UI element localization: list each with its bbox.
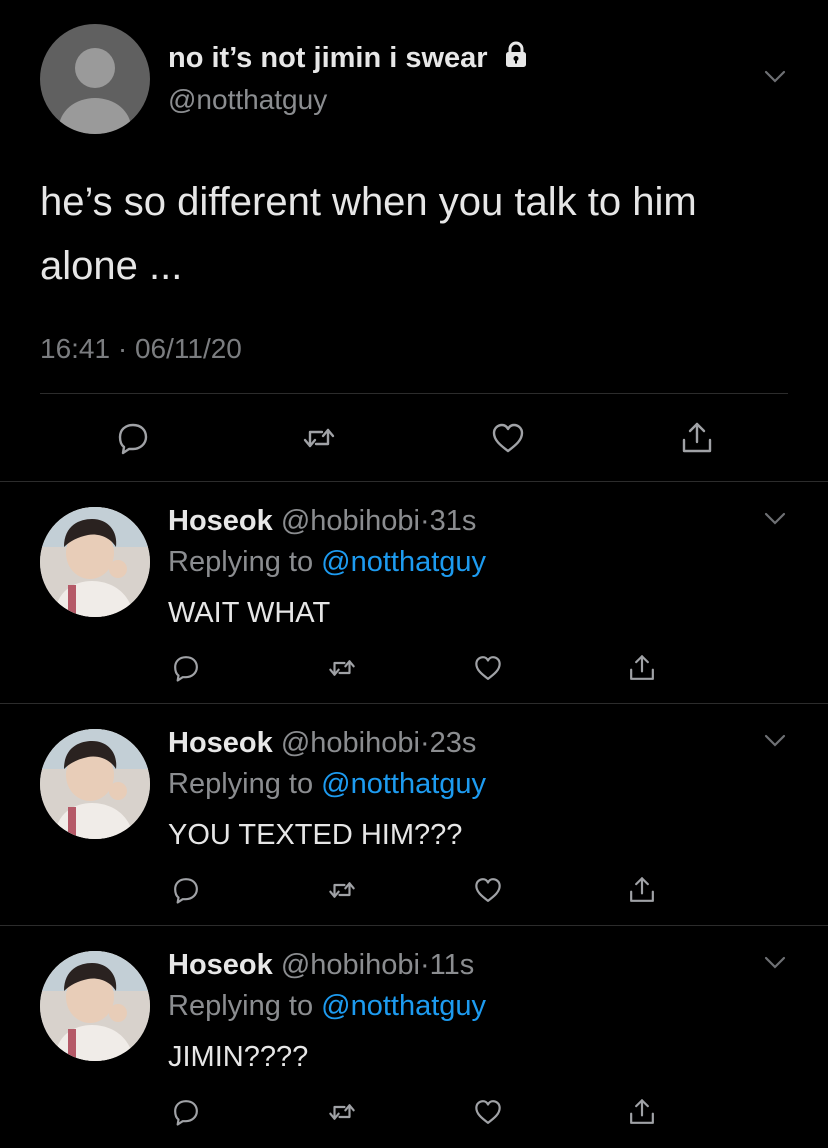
like-icon[interactable] — [468, 648, 508, 688]
retweet-icon[interactable] — [322, 1092, 362, 1132]
replying-to-prefix: Replying to — [168, 990, 314, 1022]
reply-author-name[interactable]: Hoseok — [168, 949, 273, 981]
replying-to-prefix: Replying to — [168, 546, 314, 578]
reply-icon[interactable] — [113, 418, 153, 458]
avatar-default[interactable] — [40, 24, 150, 134]
reply-header[interactable]: Hoseok @hobihobi·31s — [168, 505, 476, 538]
share-icon[interactable] — [677, 418, 717, 458]
reply-text: WAIT WHAT — [168, 597, 331, 629]
reply-icon[interactable] — [166, 1092, 206, 1132]
like-icon[interactable] — [468, 1092, 508, 1132]
chevron-down-icon[interactable] — [764, 734, 786, 753]
divider — [40, 393, 788, 394]
reply-age: 31s — [429, 505, 477, 537]
tweet-text: he’s so different when you talk to him a… — [40, 180, 697, 288]
share-icon[interactable] — [622, 1092, 662, 1132]
avatar-hoseok[interactable] — [40, 507, 150, 617]
reply-author-handle[interactable]: @hobihobi — [281, 949, 420, 981]
lock-icon — [502, 40, 530, 76]
default-avatar-icon — [59, 48, 131, 134]
divider — [0, 703, 828, 704]
replying-to-link[interactable]: @notthatguy — [321, 546, 486, 578]
meta-separator: · — [419, 727, 430, 759]
reply-header[interactable]: Hoseok @hobihobi·23s — [168, 727, 476, 760]
avatar-photo — [40, 951, 150, 1061]
tweet-time: 16:41 — [40, 333, 111, 364]
reply-age: 11s — [429, 949, 475, 981]
avatar-hoseok[interactable] — [40, 951, 150, 1061]
replying-to: Replying to @notthatguy — [168, 546, 486, 579]
reply-icon[interactable] — [166, 870, 206, 910]
reply-text: YOU TEXTED HIM??? — [168, 819, 463, 851]
avatar-photo — [40, 729, 150, 839]
share-icon[interactable] — [622, 648, 662, 688]
author-display-name[interactable]: no it’s not jimin i swear — [168, 42, 488, 75]
retweet-icon[interactable] — [299, 418, 339, 458]
author-handle[interactable]: @notthatguy — [168, 84, 327, 116]
chevron-down-icon[interactable] — [764, 956, 786, 975]
reply-author-name[interactable]: Hoseok — [168, 727, 273, 759]
reply-author-handle[interactable]: @hobihobi — [281, 505, 420, 537]
avatar-photo — [40, 507, 150, 617]
retweet-icon[interactable] — [322, 648, 362, 688]
share-icon[interactable] — [622, 870, 662, 910]
chevron-down-icon[interactable] — [764, 512, 786, 531]
reply-author-name[interactable]: Hoseok — [168, 505, 273, 537]
chevron-down-icon[interactable] — [764, 70, 786, 89]
reply-author-handle[interactable]: @hobihobi — [281, 727, 420, 759]
reply-icon[interactable] — [166, 648, 206, 688]
tweet-timestamp[interactable]: 16:41 · 06/11/20 — [40, 333, 242, 365]
divider — [0, 481, 828, 482]
replying-to: Replying to @notthatguy — [168, 990, 486, 1023]
reply-header[interactable]: Hoseok @hobihobi·11s — [168, 949, 474, 982]
author-name-row[interactable]: no it’s not jimin i swear — [168, 40, 530, 76]
meta-separator: · — [117, 333, 135, 364]
reply-age: 23s — [429, 727, 477, 759]
replying-to: Replying to @notthatguy — [168, 768, 486, 801]
meta-separator: · — [419, 505, 430, 537]
reply-text: JIMIN???? — [168, 1041, 309, 1073]
replying-to-link[interactable]: @notthatguy — [321, 768, 486, 800]
like-icon[interactable] — [488, 418, 528, 458]
retweet-icon[interactable] — [322, 870, 362, 910]
like-icon[interactable] — [468, 870, 508, 910]
tweet-date: 06/11/20 — [134, 333, 242, 364]
meta-separator: · — [419, 949, 430, 981]
avatar-hoseok[interactable] — [40, 729, 150, 839]
divider — [0, 925, 828, 926]
replying-to-prefix: Replying to — [168, 768, 314, 800]
replying-to-link[interactable]: @notthatguy — [321, 990, 486, 1022]
